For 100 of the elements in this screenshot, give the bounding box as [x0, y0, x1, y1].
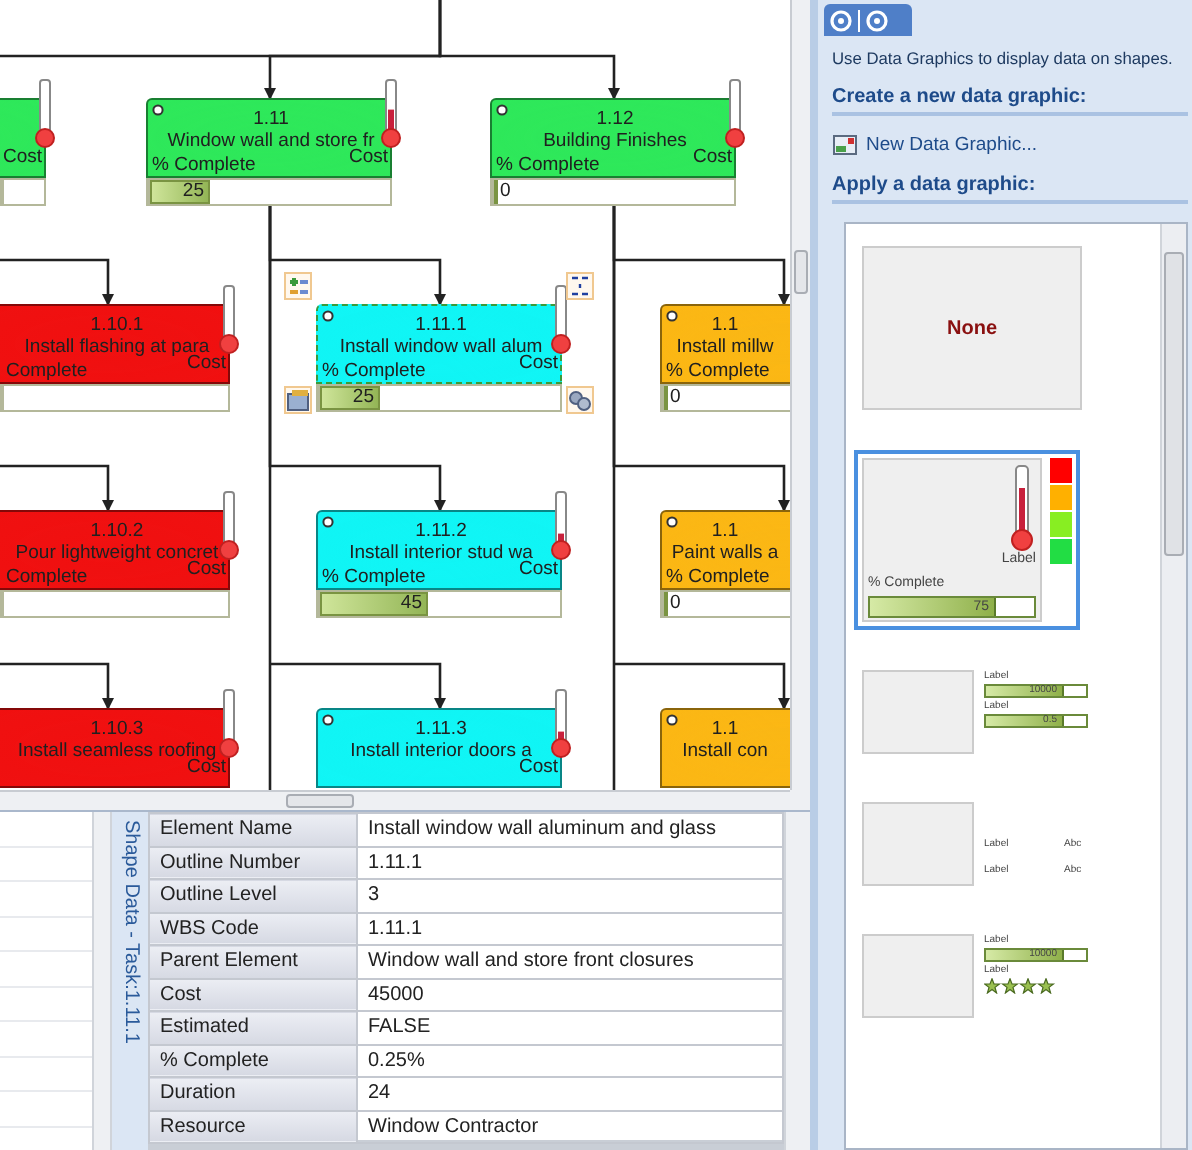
org-node[interactable]: 1.10.1 Install flashing at para Complete Cost: [0, 304, 230, 384]
complete-label: % Complete: [666, 360, 770, 382]
layout-icon[interactable]: [566, 272, 594, 300]
horizontal-scrollbar[interactable]: [0, 790, 790, 810]
org-node[interactable]: 1.10.3 Install seamless roofing Cost: [0, 708, 230, 788]
cost-label: Cost: [348, 146, 388, 168]
node-title: Install flashing at para: [22, 336, 210, 358]
back-icon[interactable]: [830, 9, 852, 31]
connection-dot-icon: [666, 714, 678, 726]
node-title: Pour lightweight concret: [13, 542, 219, 564]
org-node[interactable]: 1.1 Paint walls a % Complete: [660, 510, 790, 590]
panel-description: Use Data Graphics to display data on shapes.: [832, 48, 1175, 68]
cost-label: Cost: [692, 146, 732, 168]
connection-dot-icon: [322, 310, 334, 322]
progress-value: 0: [670, 386, 681, 410]
node-title: Building Finishes: [541, 130, 689, 152]
node-title: Paint walls a: [669, 542, 781, 564]
table-scrollbar[interactable]: [784, 812, 810, 1150]
property-value[interactable]: 24: [357, 1077, 783, 1110]
complete-label: Complete: [6, 566, 88, 588]
node-number: 1.1: [709, 718, 741, 740]
node-title: Install interior stud wa: [347, 542, 533, 564]
connector-arrow: [0, 258, 114, 306]
node-title: Install seamless roofing: [15, 740, 217, 762]
node-title: Window wall and store fr: [165, 130, 375, 152]
forward-icon[interactable]: [866, 9, 888, 31]
cost-label: Cost: [518, 558, 558, 580]
property-name: % Complete: [149, 1044, 357, 1077]
org-node[interactable]: 1.1 Install con: [660, 708, 790, 788]
progress-value: 45: [400, 592, 422, 616]
property-value[interactable]: 1.11.1: [357, 846, 783, 879]
cost-label: Cost: [518, 352, 558, 374]
property-value[interactable]: 3: [357, 879, 783, 912]
plus-minus-icon[interactable]: [284, 272, 312, 300]
org-node[interactable]: Cost: [0, 98, 46, 178]
property-name: Cost: [149, 978, 357, 1011]
property-value[interactable]: 45000: [357, 978, 783, 1011]
complete-label: % Complete: [666, 566, 770, 588]
property-name: Estimated: [149, 1011, 357, 1044]
complete-label: % Complete: [152, 154, 256, 176]
node-number: 1.11.3: [413, 718, 469, 740]
node-number: 1.11: [251, 108, 291, 130]
color-scale-icon: [1050, 458, 1072, 564]
node-number: 1.10.3: [88, 718, 146, 740]
property-value[interactable]: 1.11.1: [357, 912, 783, 945]
node-number: 1.1: [709, 314, 741, 336]
complete-label: % Complete: [322, 566, 426, 588]
cost-label: Cost: [2, 146, 42, 168]
gears-icon[interactable]: [566, 386, 594, 414]
org-node[interactable]: 1.11 Window wall and store fr % Complete Cost: [146, 98, 392, 178]
property-name: Outline Level: [149, 879, 357, 912]
connector-arrow: [0, 464, 114, 512]
vertical-scrollbar[interactable]: [790, 0, 810, 790]
node-number: 1.10.1: [88, 314, 146, 336]
property-name: Parent Element: [149, 945, 357, 978]
property-value[interactable]: Window Contractor: [357, 1110, 783, 1143]
progress-value: 25: [352, 386, 374, 410]
connection-dot-icon: [666, 310, 678, 322]
connector-arrow: [0, 662, 114, 710]
shape-preview: [862, 802, 974, 886]
complete-label: % Complete: [322, 360, 426, 382]
connection-dot-icon: [152, 104, 164, 116]
cost-label: Cost: [186, 558, 226, 580]
node-title: Install con: [680, 740, 770, 762]
property-value[interactable]: Window wall and store front closures: [357, 945, 783, 978]
complete-label: % Complete: [496, 154, 600, 176]
property-value[interactable]: 0.25%: [357, 1044, 783, 1077]
cost-label: Cost: [186, 352, 226, 374]
connection-dot-icon: [666, 516, 678, 528]
progress-value: 0: [500, 180, 511, 204]
property-name: Element Name: [149, 813, 357, 846]
progress-value: 0: [670, 592, 681, 616]
new-data-graphic-link[interactable]: New Data Graphic...: [832, 134, 1038, 156]
card-icon[interactable]: [284, 386, 312, 414]
property-value[interactable]: FALSE: [357, 1011, 783, 1044]
property-name: Resource: [149, 1110, 357, 1143]
property-name: Duration: [149, 1077, 357, 1110]
section-heading: Create a new data graphic:: [832, 86, 1188, 116]
org-node[interactable]: 1.10.2 Pour lightweight concret Complete Cost: [0, 510, 230, 590]
property-value[interactable]: Install window wall aluminum and glass: [357, 813, 783, 846]
property-name: Outline Number: [149, 846, 357, 879]
connection-dot-icon: [322, 516, 334, 528]
node-number: 1.11.1: [413, 314, 469, 336]
node-number: 1.11.2: [413, 520, 469, 542]
shape-preview: [862, 670, 974, 754]
org-node[interactable]: 1.1 Install millw % Complete: [660, 304, 790, 384]
node-title: Install interior doors a: [348, 740, 532, 762]
node-number: 1.1: [709, 520, 741, 542]
property-name: WBS Code: [149, 912, 357, 945]
list-scrollbar[interactable]: [1160, 224, 1186, 1148]
shape-preview: [862, 934, 974, 1018]
node-title: Install millw: [674, 336, 776, 358]
progress-value: 25: [182, 180, 204, 204]
node-title: Install window wall alum: [337, 336, 543, 358]
org-node[interactable]: 1.11.1 Install window wall alum % Complete Cost: [316, 304, 562, 384]
org-node[interactable]: 1.11.3 Install interior doors a Cost: [316, 708, 562, 788]
node-number: 1.10.2: [88, 520, 146, 542]
list-scrollbar[interactable]: [92, 812, 112, 1150]
org-node[interactable]: 1.11.2 Install interior stud wa % Complete Cost: [316, 510, 562, 590]
section-heading: Apply a data graphic:: [832, 174, 1188, 204]
